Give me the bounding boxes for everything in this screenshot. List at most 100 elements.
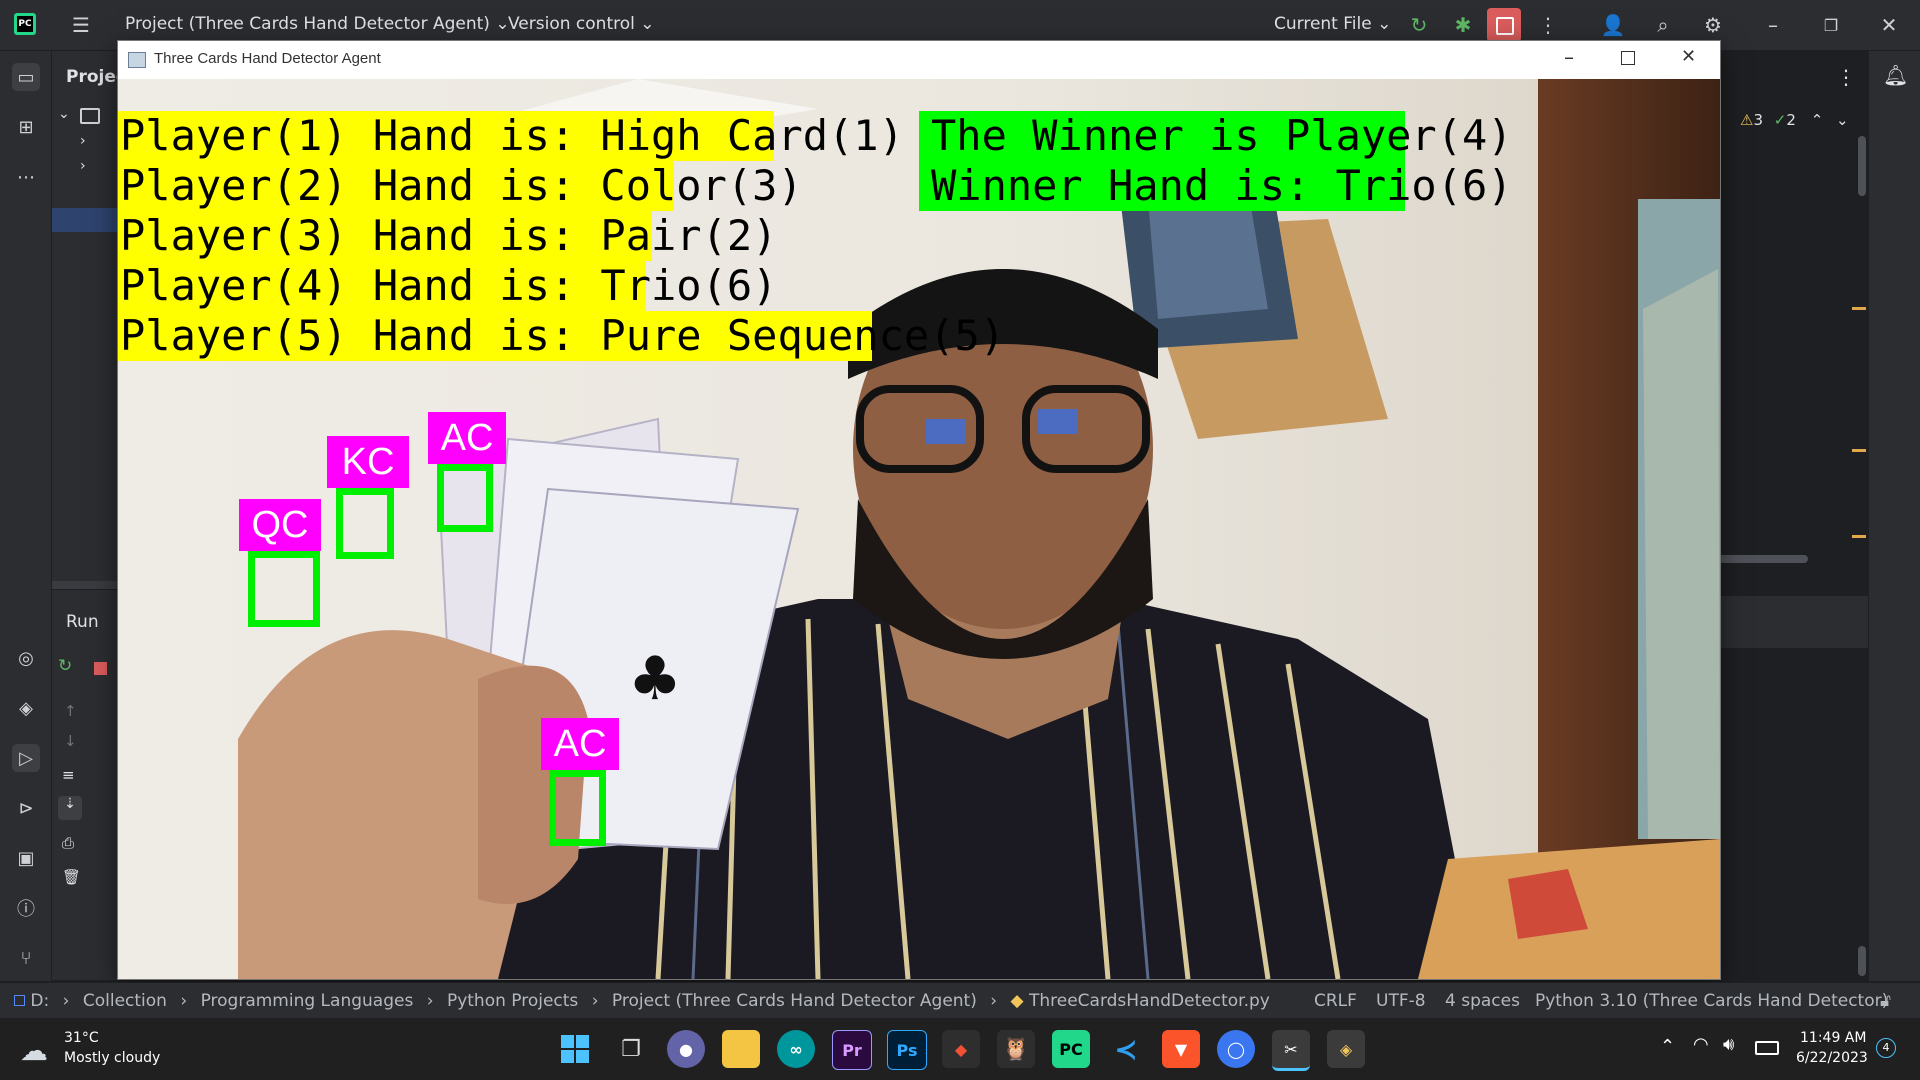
python-interpreter[interactable]: Python 3.10 (Three Cards Hand Detector) [1535,991,1888,1011]
inspection-widget[interactable]: ⚠3 ✓2 ⌃ ⌄ [1740,111,1849,129]
print-icon[interactable]: ⎙ [62,834,74,852]
warning-stripe[interactable] [1852,449,1866,452]
teams-chat-icon[interactable]: ● [667,1030,705,1068]
more-actions-icon[interactable]: ⋮ [1535,12,1561,38]
card-tag-ac-bottom: AC [541,718,619,770]
run-tab[interactable]: Run [66,612,99,632]
file-encoding[interactable]: UTF-8 [1376,991,1426,1011]
breadcrumb-item[interactable]: ThreeCardsHandDetector.py [1029,991,1270,1011]
run-tool-icon[interactable]: ▷ [12,744,40,772]
clock-date[interactable]: 6/22/2023 [1796,1050,1868,1066]
minimize-icon[interactable]: – [1760,12,1786,38]
git-icon[interactable]: ⑂ [12,944,40,972]
show-hidden-icons[interactable]: ⌃ [1660,1036,1675,1057]
breadcrumb-item[interactable]: D: [30,991,49,1011]
selected-tree-row[interactable] [52,208,122,232]
chevron-up-icon: ⌃ [1810,111,1824,129]
photoshop-icon[interactable]: Ps [887,1030,927,1070]
console-scrollbar[interactable] [1858,946,1866,976]
rerun-icon[interactable]: ↻ [1406,12,1432,38]
file-explorer-icon[interactable] [722,1030,760,1068]
layers-icon[interactable]: ◈ [12,694,40,722]
opencv-window[interactable]: Three Cards Hand Detector Agent – ✕ ♣ Pl… [117,40,1721,980]
premiere-pro-icon[interactable]: Pr [832,1030,872,1070]
opencv-title-bar[interactable]: Three Cards Hand Detector Agent – ✕ [118,41,1720,79]
python-packages-icon[interactable]: ◎ [12,644,40,672]
run-config-selector[interactable]: Current File ⌄ [1274,14,1391,34]
project-menu[interactable]: Project (Three Cards Hand Detector Agent… [125,14,510,34]
tree-expand-icon[interactable]: › [80,133,86,149]
debug-icon[interactable]: ✱ [1450,12,1476,38]
start-windows-icon[interactable] [556,1030,594,1068]
services-icon[interactable]: ⊳ [12,794,40,822]
project-folder-icon[interactable]: ▭ [12,63,40,91]
main-menu-icon[interactable]: ☰ [68,12,94,38]
svg-text:♣: ♣ [628,644,682,714]
lock-icon[interactable]: 🔓︎ [1880,991,1891,1011]
owl-app-icon[interactable]: 🦉 [997,1030,1035,1068]
maximize-icon[interactable] [1621,51,1635,65]
scroll-up-icon[interactable]: ↑ [64,702,77,720]
task-view-icon[interactable]: ❐ [612,1030,650,1068]
vscode-icon[interactable]: ≺ [1107,1030,1145,1068]
warning-count: 3 [1753,111,1763,129]
weather-widget[interactable]: ☁ 31°C Mostly cloudy [20,1030,200,1070]
signal-icon[interactable]: ◯ [1217,1030,1255,1068]
player-3-hand-label: Player(3) Hand is: Pair(2) [118,211,778,261]
indent-setting[interactable]: 4 spaces [1445,991,1520,1011]
brave-icon[interactable]: ▼ [1162,1030,1200,1068]
stop-button[interactable] [1487,8,1521,42]
notification-badge[interactable]: 4 [1876,1038,1896,1058]
pycharm-taskbar-icon[interactable]: PC [1052,1030,1090,1068]
notifications-bell-icon[interactable]: 🔔︎ [1883,63,1908,87]
editor-more-icon[interactable]: ⋮ [1836,65,1856,89]
search-icon[interactable]: ⌕ [1650,12,1676,38]
stop-icon[interactable] [94,662,107,675]
battery-icon[interactable] [1755,1041,1779,1055]
git-gui-icon[interactable]: ◆ [942,1030,980,1068]
pycharm-logo-icon[interactable]: PC [14,13,36,35]
problems-icon[interactable]: ⓘ [12,894,40,922]
ide-status-bar: D: › Collection › Programming Languages … [0,982,1920,1019]
scroll-to-end-icon[interactable]: ⇣ [58,796,82,820]
python-icon[interactable]: ◈ [1327,1030,1365,1068]
close-icon[interactable]: ✕ [1876,12,1902,38]
structure-icon[interactable]: ⊞ [12,113,40,141]
breadcrumb-item[interactable]: Project (Three Cards Hand Detector Agent… [612,991,977,1011]
app-window-icon [128,52,146,68]
tree-expand-icon[interactable]: › [80,158,86,174]
restore-icon[interactable]: ❐ [1818,12,1844,38]
more-tools-icon[interactable]: ⋯ [12,163,40,191]
breadcrumb-item[interactable]: Programming Languages [201,991,414,1011]
editor-gutter-right: ⋮ ⚠3 ✓2 ⌃ ⌄ [1718,51,1868,981]
line-separator[interactable]: CRLF [1314,991,1357,1011]
folder-icon [80,108,100,124]
trash-icon[interactable]: 🗑 [62,868,81,886]
arduino-icon[interactable]: ∞ [777,1030,815,1068]
warning-stripe[interactable] [1852,535,1866,538]
vcs-menu[interactable]: Version control ⌄ [508,14,655,34]
volume-icon[interactable]: 🔊︎ [1723,1034,1734,1055]
breadcrumb-separator-icon: › [180,991,188,1011]
close-icon[interactable]: ✕ [1681,46,1696,67]
horizontal-scrollbar[interactable] [1718,555,1808,563]
wifi-icon[interactable]: ◠ [1693,1034,1709,1055]
snipping-tool-icon[interactable]: ✂ [1272,1030,1310,1071]
editor-scrollbar[interactable] [1858,136,1866,196]
breadcrumb-item[interactable]: Python Projects [447,991,578,1011]
breadcrumb-item[interactable]: Collection [83,991,167,1011]
warning-stripe[interactable] [1852,307,1866,310]
soft-wrap-icon[interactable]: ≡ [62,766,75,784]
player-1-hand-label: Player(1) Hand is: High Card(1) [118,111,904,161]
weak-warning-count: 2 [1786,111,1796,129]
terminal-icon[interactable]: ▣ [12,844,40,872]
settings-gear-icon[interactable]: ⚙ [1700,12,1726,38]
tree-expand-icon[interactable]: ⌄ [58,106,70,122]
right-tool-strip: 🔔︎ [1868,51,1920,981]
code-with-me-icon[interactable]: 👤 [1600,12,1626,38]
minimize-icon[interactable]: – [1564,45,1574,69]
clock-time[interactable]: 11:49 AM [1800,1030,1866,1046]
winner-player-label: The Winner is Player(4) [919,111,1513,161]
rerun-icon[interactable]: ↻ [58,656,72,676]
scroll-down-icon[interactable]: ↓ [64,732,77,750]
